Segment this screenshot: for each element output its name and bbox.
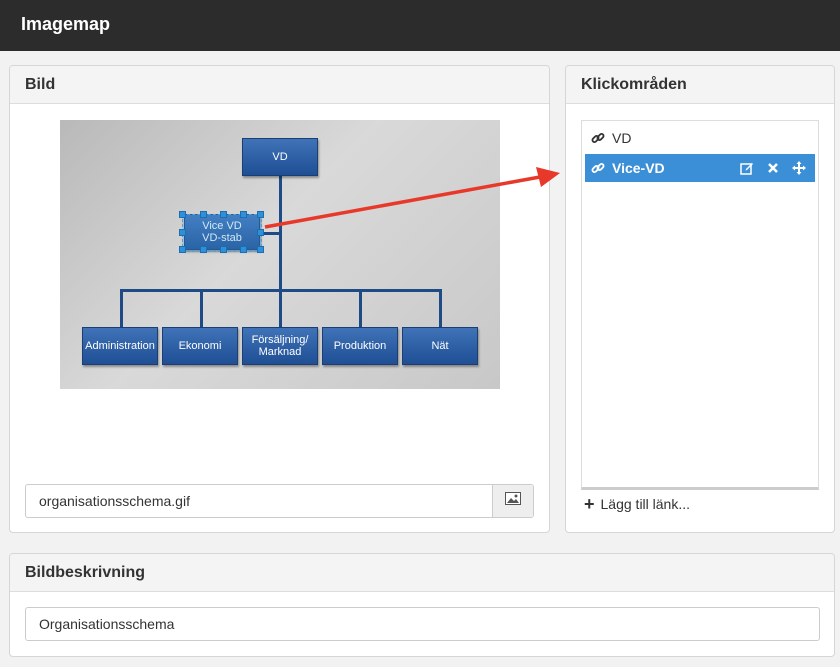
description-panel: Bildbeskrivning Organisationsschema [9,553,835,657]
resize-handle[interactable] [179,211,186,218]
connector-line [120,289,123,327]
connector-line [200,289,203,327]
resize-handle[interactable] [257,246,264,253]
connector-line [279,289,282,327]
resize-handle[interactable] [240,211,247,218]
chart-box-vd[interactable]: VD [242,138,318,176]
chart-box-forsaljning[interactable]: Försäljning/ Marknad [242,327,318,365]
hotspot-label: VD [612,130,632,146]
chart-box-produktion[interactable]: Produktion [322,327,398,365]
chart-box-nat[interactable]: Nät [402,327,478,365]
link-icon [591,131,607,145]
image-panel: Bild VD Vice VD VD-stab Administration E… [9,65,550,533]
connector-line [439,289,442,327]
hotspot-panel: Klickområden VD Vice-VD + Lägg till länk… [565,65,835,533]
image-file-field[interactable]: organisationsschema.gif [25,484,534,518]
description-input[interactable]: Organisationsschema [25,607,820,641]
image-icon [505,492,521,510]
link-icon [591,161,607,175]
add-link-button[interactable]: + Lägg till länk... [584,494,691,514]
resize-handle[interactable] [220,211,227,218]
edit-icon[interactable] [739,160,755,176]
hotspot-panel-heading: Klickområden [566,66,834,104]
image-filename: organisationsschema.gif [39,493,190,509]
chart-box-ekonomi[interactable]: Ekonomi [162,327,238,365]
hotspot-list: VD Vice-VD [581,120,819,490]
hotspot-label: Vice-VD [612,160,665,176]
resize-handle[interactable] [179,229,186,236]
description-panel-heading: Bildbeskrivning [10,554,834,592]
resize-handle[interactable] [240,246,247,253]
resize-handle[interactable] [257,229,264,236]
selected-hotspot[interactable] [179,211,264,253]
connector-line [359,289,362,327]
app-title: Imagemap [21,14,111,34]
move-icon[interactable] [791,160,807,176]
hotspot-actions [739,160,807,176]
hotspot-item-vice-vd[interactable]: Vice-VD [585,154,815,182]
plus-icon: + [584,494,595,514]
image-panel-heading: Bild [10,66,549,104]
chart-box-administration[interactable]: Administration [82,327,158,365]
hotspot-item-vd[interactable]: VD [585,124,815,152]
add-link-label: Lägg till länk... [600,496,691,512]
browse-image-button[interactable] [492,485,533,517]
top-bar: Imagemap [0,0,840,51]
resize-handle[interactable] [200,246,207,253]
resize-handle[interactable] [179,246,186,253]
resize-handle[interactable] [220,246,227,253]
close-icon[interactable] [765,160,781,176]
resize-handle[interactable] [200,211,207,218]
resize-handle[interactable] [257,211,264,218]
org-chart-image[interactable]: VD Vice VD VD-stab Administration Ekonom… [60,120,500,389]
